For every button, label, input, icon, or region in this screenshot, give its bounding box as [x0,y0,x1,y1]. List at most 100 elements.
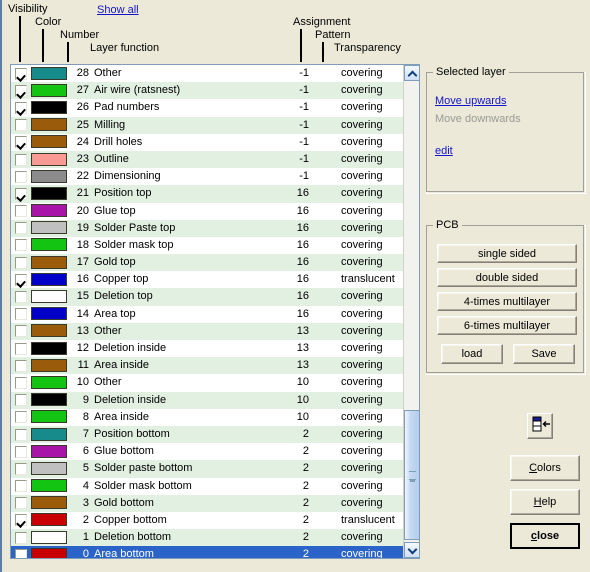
multilayer-4-button[interactable]: 4-times multilayer [437,292,577,311]
layer-color-swatch[interactable] [31,100,67,114]
layer-row[interactable]: 21 Position top 16 covering [11,185,404,203]
visibility-checkbox[interactable] [15,411,27,424]
layer-color-swatch[interactable] [31,221,67,235]
save-button[interactable]: Save [513,344,575,364]
layer-row[interactable]: 12 Deletion inside 13 covering [11,340,404,358]
layer-row[interactable]: 9 Deletion inside 10 covering [11,391,404,409]
layer-color-swatch[interactable] [31,66,67,80]
layer-color-swatch[interactable] [31,186,67,200]
layer-row[interactable]: 19 Solder Paste top 16 covering [11,219,404,237]
layer-color-swatch[interactable] [31,479,67,493]
layer-row[interactable]: 17 Gold top 16 covering [11,254,404,272]
layer-row[interactable]: 23 Outline -1 covering [11,150,404,169]
visibility-checkbox[interactable] [15,153,27,166]
scroll-up-arrow-icon[interactable] [404,65,419,81]
visibility-checkbox[interactable] [15,187,27,200]
layer-color-swatch[interactable] [31,410,67,424]
layer-color-swatch[interactable] [31,513,67,527]
single-sided-button[interactable]: single sided [437,244,577,263]
visibility-checkbox[interactable] [15,342,27,355]
visibility-checkbox[interactable] [15,136,27,149]
layer-color-swatch[interactable] [31,272,67,286]
visibility-checkbox[interactable] [15,325,27,338]
layer-row[interactable]: 27 Air wire (ratsnest) -1 covering [11,82,404,100]
layer-row[interactable]: 24 Drill holes -1 covering [11,133,404,151]
layer-color-swatch[interactable] [31,393,67,407]
layer-color-swatch[interactable] [31,341,67,355]
visibility-checkbox[interactable] [15,170,27,183]
colors-button[interactable]: Colors [510,455,580,481]
layer-row[interactable]: 15 Deletion top 16 covering [11,288,404,306]
layer-row[interactable]: 16 Copper top 16 translucent [11,271,404,289]
layer-color-swatch[interactable] [31,290,67,304]
layer-row[interactable]: 4 Solder mask bottom 2 covering [11,477,404,495]
visibility-checkbox[interactable] [15,514,27,527]
visibility-checkbox[interactable] [15,205,27,218]
layer-color-swatch[interactable] [31,461,67,475]
layer-row[interactable]: 13 Other 13 covering [11,322,404,340]
layer-color-swatch[interactable] [31,547,67,558]
visibility-checkbox[interactable] [15,531,27,544]
layer-row[interactable]: 2 Copper bottom 2 translucent [11,511,404,530]
layer-color-swatch[interactable] [31,427,67,441]
layer-color-swatch[interactable] [31,358,67,372]
visibility-checkbox[interactable] [15,291,27,304]
layer-color-swatch[interactable] [31,118,67,132]
layer-row[interactable]: 25 Milling -1 covering [11,116,404,134]
layer-row[interactable]: 8 Area inside 10 covering [11,408,404,426]
double-sided-button[interactable]: double sided [437,268,577,287]
visibility-checkbox[interactable] [15,84,27,97]
visibility-checkbox[interactable] [15,308,27,321]
layer-list-scrollbar[interactable] [403,65,419,558]
visibility-checkbox[interactable] [15,462,27,475]
visibility-checkbox[interactable] [15,256,27,269]
visibility-checkbox[interactable] [15,239,27,252]
layer-row[interactable]: 14 Area top 16 covering [11,305,404,323]
visibility-checkbox[interactable] [15,480,27,493]
visibility-checkbox[interactable] [15,359,27,372]
visibility-checkbox[interactable] [15,394,27,407]
layer-row[interactable]: 20 Glue top 16 covering [11,202,404,220]
layer-row[interactable]: 26 Pad numbers -1 covering [11,99,404,117]
multilayer-6-button[interactable]: 6-times multilayer [437,316,577,335]
show-all-link[interactable]: Show all [97,4,139,16]
layer-row[interactable]: 5 Solder paste bottom 2 covering [11,460,404,478]
edit-link[interactable]: edit [435,145,453,157]
layer-color-swatch[interactable] [31,152,67,166]
layer-row[interactable]: 10 Other 10 covering [11,374,404,392]
visibility-checkbox[interactable] [15,67,27,80]
layer-row[interactable]: 3 Gold bottom 2 covering [11,494,404,512]
layer-color-swatch[interactable] [31,444,67,458]
layer-row[interactable]: 11 Area inside 13 covering [11,357,404,375]
scrollbar-thumb[interactable] [404,410,419,540]
layer-row[interactable]: 7 Position bottom 2 covering [11,425,404,444]
layer-color-swatch[interactable] [31,375,67,389]
layer-color-swatch[interactable] [31,135,67,149]
layer-row[interactable]: 0 Area bottom 2 covering [11,546,404,558]
visibility-checkbox[interactable] [15,445,27,458]
layer-color-swatch[interactable] [31,307,67,321]
layer-color-swatch[interactable] [31,169,67,183]
visibility-checkbox[interactable] [15,497,27,510]
layer-color-swatch[interactable] [31,83,67,97]
layer-color-swatch[interactable] [31,530,67,544]
visibility-checkbox[interactable] [15,273,27,286]
visibility-checkbox[interactable] [15,222,27,235]
layer-row[interactable]: 22 Dimensioning -1 covering [11,168,404,186]
layer-color-swatch[interactable] [31,204,67,218]
layer-stack-arrow-icon[interactable] [527,413,553,439]
help-button[interactable]: Help [510,489,580,515]
layer-row[interactable]: 28 Other -1 covering [11,65,404,83]
close-button[interactable]: close [510,523,580,549]
visibility-checkbox[interactable] [15,101,27,114]
layer-color-swatch[interactable] [31,238,67,252]
visibility-checkbox[interactable] [15,548,27,558]
layer-row[interactable]: 18 Solder mask top 16 covering [11,236,404,255]
visibility-checkbox[interactable] [15,119,27,132]
layer-color-swatch[interactable] [31,324,67,338]
move-upwards-link[interactable]: Move upwards [435,95,507,107]
layer-row[interactable]: 6 Glue bottom 2 covering [11,443,404,461]
visibility-checkbox[interactable] [15,376,27,389]
layer-row[interactable]: 1 Deletion bottom 2 covering [11,529,404,547]
layer-color-swatch[interactable] [31,255,67,269]
